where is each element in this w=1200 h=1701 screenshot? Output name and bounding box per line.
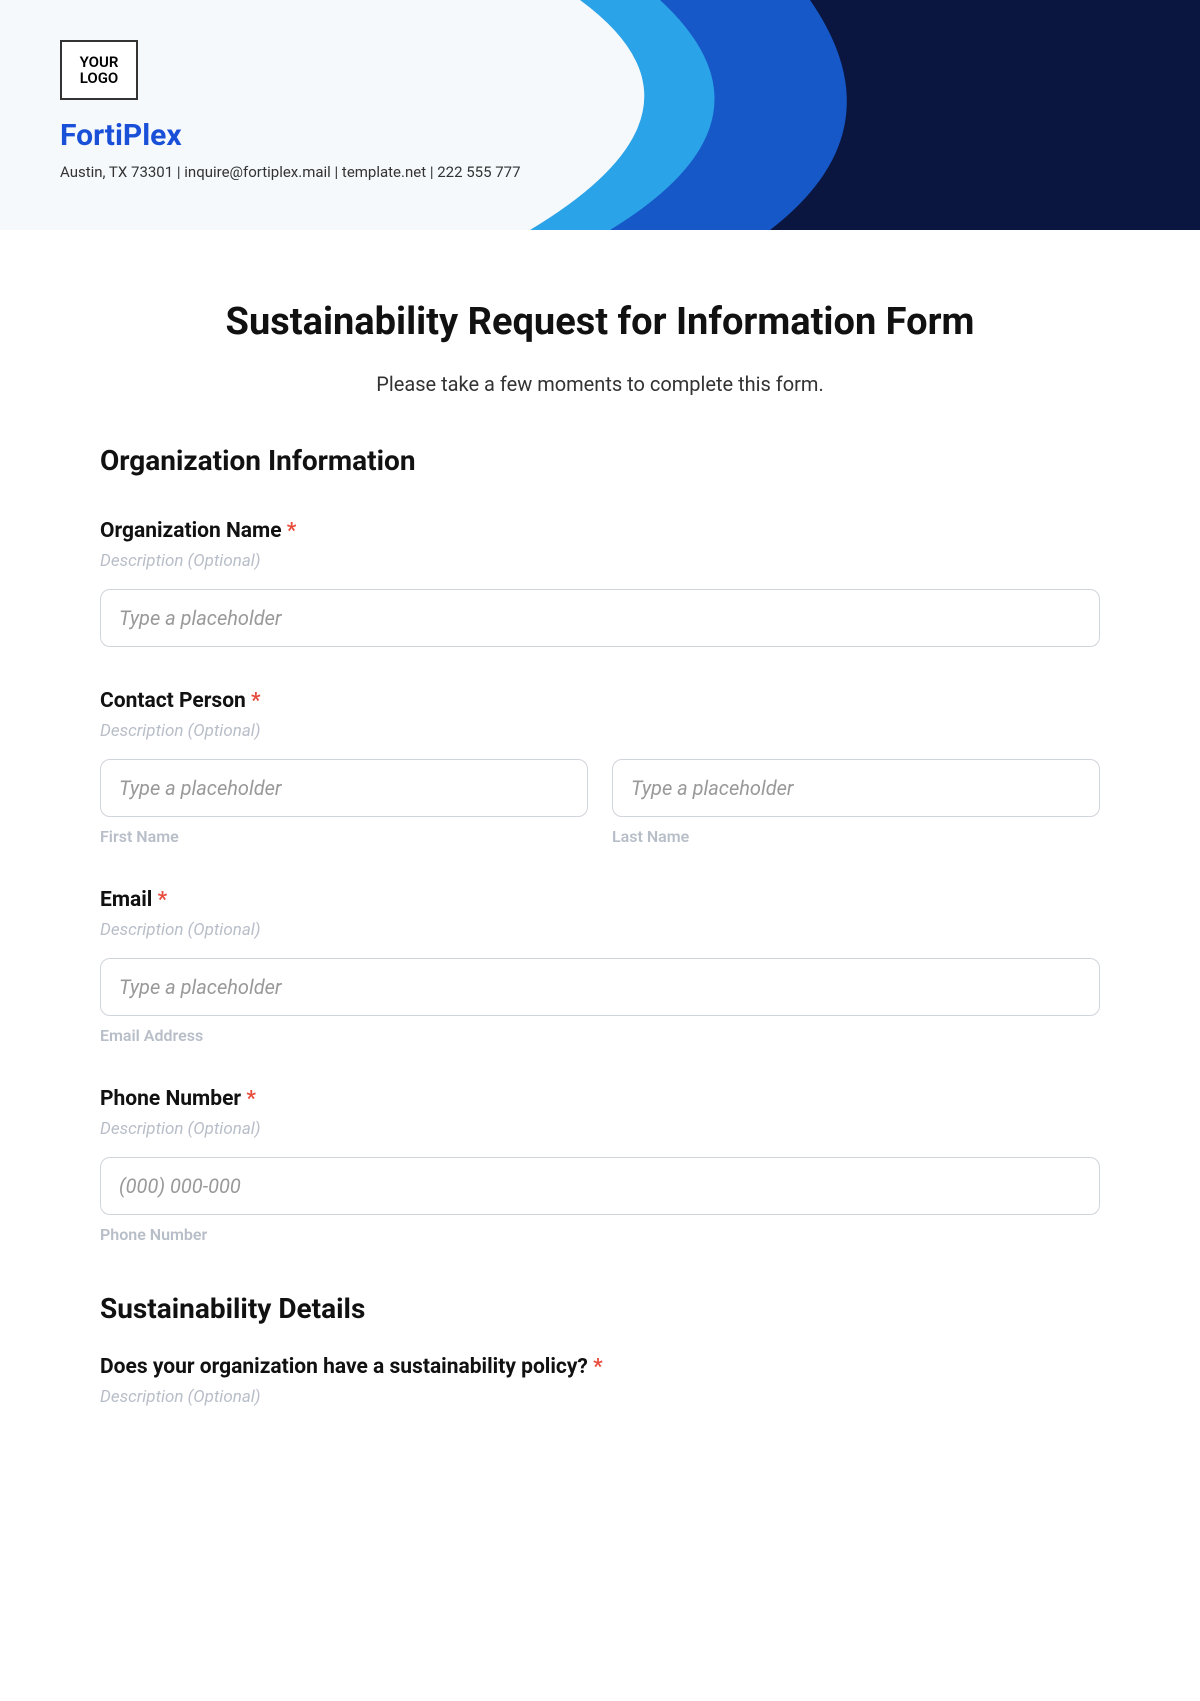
section-org-info-title: Organization Information [100,444,1100,477]
logo-placeholder: YOUR LOGO [60,40,138,100]
page-title: Sustainability Request for Information F… [100,300,1100,344]
sublabel-first-name: First Name [100,827,588,846]
input-organization-name[interactable] [100,589,1100,647]
required-mark: * [282,519,297,543]
desc-contact-person: Description (Optional) [100,721,1100,741]
required-mark: * [588,1355,603,1379]
desc-sustainability-policy: Description (Optional) [100,1387,1100,1407]
sublabel-last-name: Last Name [612,827,1100,846]
header: YOUR LOGO FortiPlex Austin, TX 73301 | i… [0,0,1200,230]
required-mark: * [246,689,261,713]
label-sustainability-policy: Does your organization have a sustainabi… [100,1355,1100,1379]
input-last-name[interactable] [612,759,1100,817]
desc-phone: Description (Optional) [100,1119,1100,1139]
label-phone: Phone Number * [100,1087,1100,1111]
company-info: Austin, TX 73301 | inquire@fortiplex.mai… [60,163,1200,181]
desc-email: Description (Optional) [100,920,1100,940]
field-organization-name: Organization Name * Description (Optiona… [100,519,1100,647]
company-name: FortiPlex [60,118,1200,153]
input-first-name[interactable] [100,759,588,817]
desc-organization-name: Description (Optional) [100,551,1100,571]
required-mark: * [241,1087,256,1111]
field-email: Email * Description (Optional) Email Add… [100,888,1100,1045]
field-phone: Phone Number * Description (Optional) Ph… [100,1087,1100,1244]
sublabel-email: Email Address [100,1026,1100,1045]
field-contact-person: Contact Person * Description (Optional) … [100,689,1100,846]
sublabel-phone: Phone Number [100,1225,1100,1244]
main-content: Sustainability Request for Information F… [0,230,1200,1447]
required-mark: * [152,888,167,912]
section-sustainability-title: Sustainability Details [100,1292,1100,1325]
input-phone[interactable] [100,1157,1100,1215]
input-email[interactable] [100,958,1100,1016]
label-contact-person: Contact Person * [100,689,1100,713]
label-organization-name: Organization Name * [100,519,1100,543]
field-sustainability-policy: Does your organization have a sustainabi… [100,1355,1100,1407]
label-email: Email * [100,888,1100,912]
page-subtitle: Please take a few moments to complete th… [100,372,1100,396]
